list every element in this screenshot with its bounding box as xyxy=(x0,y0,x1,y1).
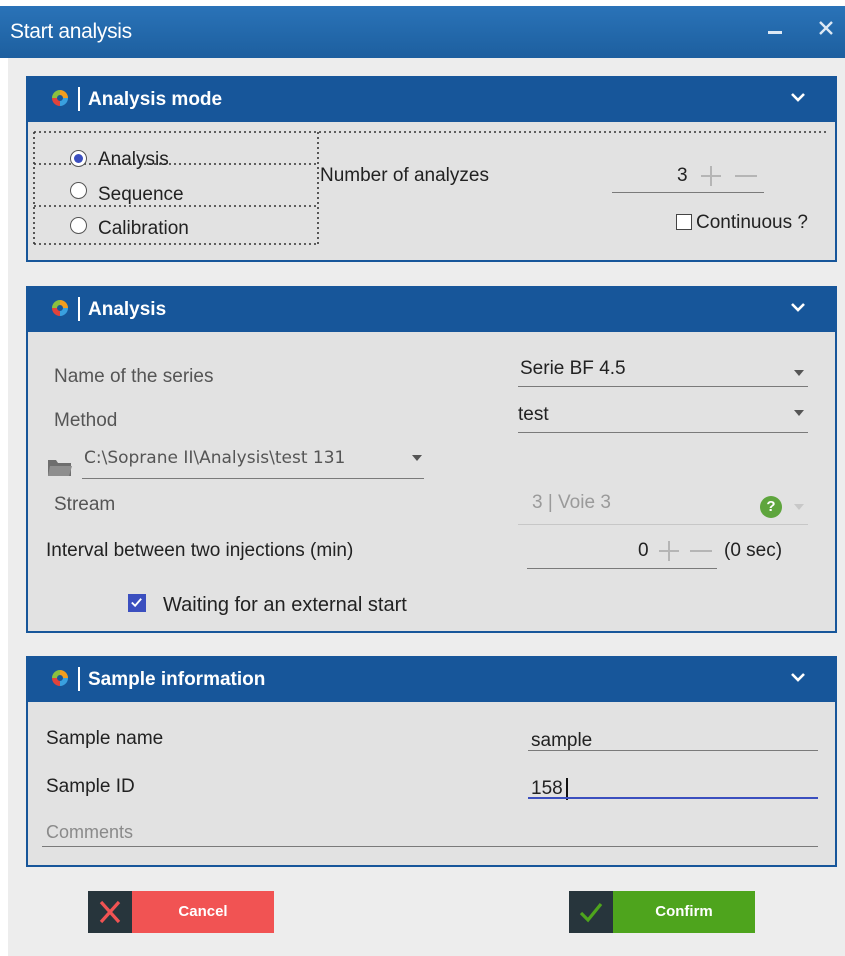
radio-analysis-label[interactable]: Analysis xyxy=(98,149,169,171)
sample-name-value[interactable]: sample xyxy=(531,730,592,752)
sample-id-label: Sample ID xyxy=(46,776,135,797)
stream-underline xyxy=(518,524,808,525)
title-bar: Start analysis xyxy=(0,6,845,58)
number-of-analyzes-underline xyxy=(612,192,764,193)
number-of-analyzes-value[interactable]: 3 xyxy=(677,165,688,187)
sample-information-header[interactable]: Sample information xyxy=(28,658,835,702)
sample-id-underline xyxy=(528,797,818,799)
stream-label: Stream xyxy=(54,494,116,515)
continuous-label[interactable]: Continuous ? xyxy=(696,212,808,234)
analysis-header[interactable]: Analysis xyxy=(28,288,835,332)
interval-value[interactable]: 0 xyxy=(638,540,649,562)
analysis-title: Analysis xyxy=(88,299,167,320)
method-value[interactable]: test xyxy=(518,404,549,426)
series-dropdown-caret[interactable] xyxy=(794,370,804,376)
app-logo-icon xyxy=(52,90,68,106)
method-label: Method xyxy=(54,410,118,431)
sample-name-label: Sample name xyxy=(46,728,164,749)
analysis-mode-header[interactable]: Analysis mode xyxy=(28,78,835,122)
close-icon xyxy=(819,21,833,35)
interval-label: Interval between two injections (min) xyxy=(46,540,354,561)
start-analysis-dialog: Start analysis Analysis mode Analysis Se… xyxy=(0,0,845,956)
increment-button[interactable] xyxy=(701,166,721,186)
comments-field[interactable]: Comments xyxy=(46,822,133,843)
checkmark-icon xyxy=(131,598,142,608)
radio-analysis[interactable] xyxy=(70,150,87,167)
number-of-analyzes-label: Number of analyzes xyxy=(320,165,489,186)
minimize-button[interactable] xyxy=(768,18,782,36)
sample-information-panel: Sample information Sample name sample Sa… xyxy=(26,656,837,867)
path-dropdown-caret[interactable] xyxy=(412,455,422,461)
folder-icon[interactable] xyxy=(47,456,73,478)
cancel-button[interactable]: Cancel xyxy=(88,891,274,933)
header-separator xyxy=(78,87,80,111)
interval-underline xyxy=(527,568,717,569)
method-underline xyxy=(518,432,808,433)
external-start-label[interactable]: Waiting for an external start xyxy=(163,594,407,617)
radio-sequence[interactable] xyxy=(70,182,87,199)
help-icon[interactable]: ? xyxy=(760,496,782,518)
close-icon xyxy=(99,900,121,924)
analysis-mode-panel: Analysis mode Analysis Sequence Calibrat… xyxy=(26,76,837,262)
series-name-value[interactable]: Serie BF 4.5 xyxy=(520,358,626,380)
app-logo-icon xyxy=(52,670,68,686)
sample-information-title: Sample information xyxy=(88,669,266,690)
radio-sequence-label[interactable]: Sequence xyxy=(98,184,184,206)
continuous-checkbox[interactable] xyxy=(676,214,692,230)
external-start-checkbox[interactable] xyxy=(128,594,146,612)
app-logo-icon xyxy=(52,300,68,316)
close-button[interactable] xyxy=(815,18,837,40)
chevron-down-icon[interactable] xyxy=(787,296,809,318)
series-name-label: Name of the series xyxy=(54,366,214,387)
radio-calibration-label[interactable]: Calibration xyxy=(98,218,189,240)
header-separator xyxy=(78,297,80,321)
window-title: Start analysis xyxy=(10,20,132,43)
path-underline xyxy=(82,478,424,479)
interval-seconds: (0 sec) xyxy=(724,540,783,561)
stream-dropdown-caret[interactable] xyxy=(794,504,804,510)
cancel-label: Cancel xyxy=(132,891,274,933)
comments-underline xyxy=(42,846,818,847)
header-separator xyxy=(78,667,80,691)
interval-decrement-button[interactable] xyxy=(690,541,712,561)
radio-calibration[interactable] xyxy=(70,217,87,234)
confirm-label: Confirm xyxy=(613,891,755,933)
confirm-button[interactable]: Confirm xyxy=(569,891,755,933)
stream-value[interactable]: 3 | Voie 3 xyxy=(532,492,611,514)
minimize-icon xyxy=(768,31,782,34)
chevron-down-icon[interactable] xyxy=(787,86,809,108)
confirm-icon-part xyxy=(569,891,613,933)
chevron-down-icon[interactable] xyxy=(787,666,809,688)
analysis-mode-title: Analysis mode xyxy=(88,89,223,110)
path-value[interactable]: C:\Soprane II\Analysis\test 131 xyxy=(84,448,345,468)
cancel-icon-part xyxy=(88,891,132,933)
series-underline xyxy=(518,386,808,387)
method-dropdown-caret[interactable] xyxy=(794,410,804,416)
interval-increment-button[interactable] xyxy=(659,541,679,561)
decrement-button[interactable] xyxy=(735,166,757,186)
analysis-panel: Analysis Name of the series Serie BF 4.5… xyxy=(26,286,837,633)
sample-name-underline xyxy=(528,750,818,751)
checkmark-icon xyxy=(579,902,603,923)
